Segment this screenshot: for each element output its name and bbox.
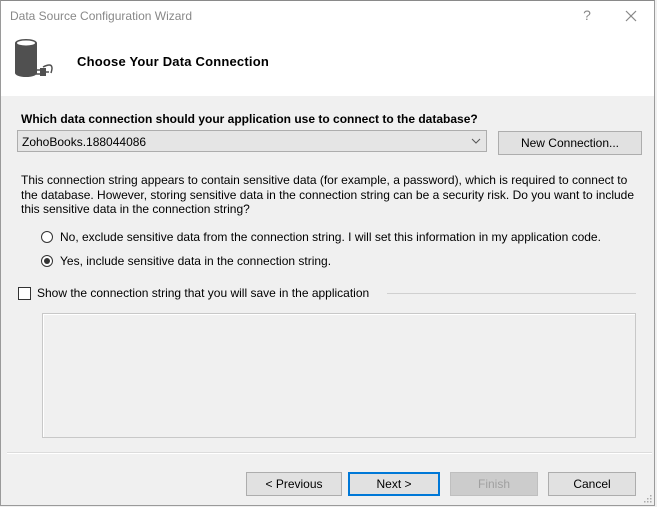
resize-grip-icon[interactable] [644, 495, 652, 503]
previous-button[interactable]: < Previous [246, 472, 342, 496]
wizard-window: Data Source Configuration Wizard ? Choos… [0, 0, 655, 506]
radio-button[interactable] [41, 231, 53, 243]
finish-button: Finish [450, 472, 538, 496]
wizard-header: Choose Your Data Connection [1, 31, 654, 96]
database-plug-icon [15, 39, 53, 77]
connection-dropdown-value: ZohoBooks.188044086 [22, 135, 147, 149]
show-connection-string-checkbox[interactable] [18, 286, 31, 300]
radio-exclude-sensitive[interactable]: No, exclude sensitive data from the conn… [41, 229, 601, 245]
window-title: Data Source Configuration Wizard [10, 9, 193, 23]
radio-label: No, exclude sensitive data from the conn… [60, 230, 601, 244]
sensitive-data-description: This connection string appears to contai… [21, 173, 635, 216]
next-button[interactable]: Next > [348, 472, 440, 496]
help-button[interactable]: ? [581, 7, 593, 23]
radio-label: Yes, include sensitive data in the conne… [60, 254, 332, 268]
radio-button[interactable] [41, 255, 53, 267]
show-connection-string-checkbox-row[interactable]: Show the connection string that you will… [18, 285, 369, 301]
connection-dropdown[interactable]: ZohoBooks.188044086 [17, 130, 487, 152]
separator [387, 293, 636, 294]
cancel-button[interactable]: Cancel [548, 472, 636, 496]
close-button[interactable] [621, 6, 641, 26]
new-connection-button[interactable]: New Connection... [498, 131, 642, 155]
page-title: Choose Your Data Connection [77, 54, 269, 69]
radio-include-sensitive[interactable]: Yes, include sensitive data in the conne… [41, 253, 331, 269]
checkbox-label: Show the connection string that you will… [37, 286, 370, 300]
close-icon [625, 10, 637, 22]
connection-question-label: Which data connection should your applic… [21, 112, 478, 126]
chevron-down-icon [471, 138, 481, 144]
footer-separator [7, 452, 652, 454]
connection-string-textbox[interactable] [42, 313, 636, 438]
title-bar: Data Source Configuration Wizard ? [1, 1, 654, 31]
